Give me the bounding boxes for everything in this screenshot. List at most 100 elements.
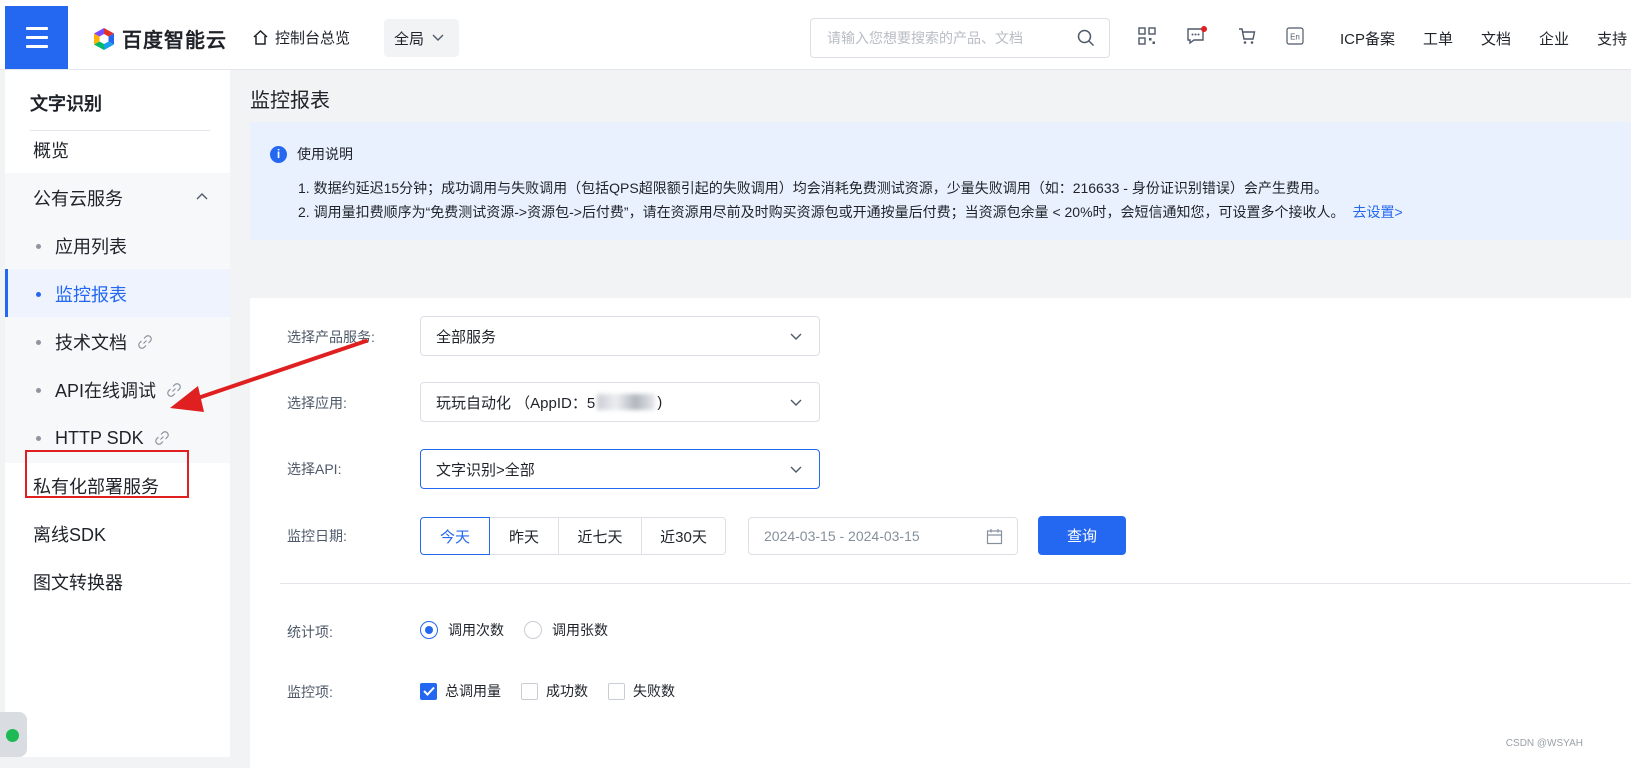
date-option-yesterday[interactable]: 昨天 xyxy=(489,517,559,555)
hamburger-menu-button[interactable] xyxy=(5,6,68,69)
date-option-30days[interactable]: 近30天 xyxy=(641,517,726,555)
monitor-checkbox-group: 总调用量 成功数 失败数 xyxy=(420,681,675,701)
sidebar-item-label: 概览 xyxy=(33,137,69,163)
console-home-link[interactable]: 控制台总览 xyxy=(252,27,350,48)
message-icon[interactable] xyxy=(1186,26,1208,46)
menu-line xyxy=(26,36,48,39)
svg-text:En: En xyxy=(1290,33,1300,42)
product-service-value: 全部服务 xyxy=(436,326,496,347)
sidebar-item-label: 公有云服务 xyxy=(33,185,123,211)
header-links: ICP备案 工单 文档 企业 支持 xyxy=(1340,28,1627,49)
external-link-icon xyxy=(154,430,170,446)
checkbox-success[interactable] xyxy=(521,683,538,700)
sidebar-item-app-list[interactable]: 应用列表 xyxy=(5,221,230,271)
notice-line-2: 2. 调用量扣费顺序为“免费测试资源->资源包->后付费”，请在资源用尽前及时购… xyxy=(298,202,1403,222)
monitor-date-label: 监控日期: xyxy=(287,526,347,546)
notice-heading-text: 使用说明 xyxy=(297,144,353,164)
filter-panel: 选择产品服务: 全部服务 选择应用: 玩玩自动化 （AppID：5) 选择API… xyxy=(250,298,1631,768)
bullet-dot xyxy=(36,292,41,297)
scope-selector[interactable]: 全局 xyxy=(384,19,459,57)
stat-radio-group: 调用次数 调用张数 xyxy=(420,620,608,640)
sidebar-title: 文字识别 xyxy=(30,90,102,116)
info-icon: i xyxy=(270,146,287,163)
product-service-select[interactable]: 全部服务 xyxy=(420,316,820,356)
sidebar-item-label: 离线SDK xyxy=(33,521,106,547)
page-title: 监控报表 xyxy=(250,84,330,113)
check-icon xyxy=(423,686,435,696)
link-docs[interactable]: 文档 xyxy=(1481,28,1511,49)
bullet-dot xyxy=(36,244,41,249)
home-icon xyxy=(252,29,269,46)
chevron-down-icon xyxy=(432,34,444,42)
search-icon[interactable] xyxy=(1077,29,1095,47)
baidu-cloud-logo-icon xyxy=(92,27,116,51)
api-value: 文字识别>全部 xyxy=(436,459,535,480)
search-placeholder: 请输入您想要搜索的产品、文档 xyxy=(827,28,1023,48)
sidebar-item-monitor-report[interactable]: 监控报表 xyxy=(5,269,230,319)
bullet-dot xyxy=(36,436,41,441)
usage-notice: i 使用说明 1. 数据约延迟15分钟；成功调用与失败调用（包括QPS超限额引起… xyxy=(250,122,1631,240)
link-support[interactable]: 支持 xyxy=(1597,28,1627,49)
chevron-down-icon xyxy=(789,462,803,476)
api-select[interactable]: 文字识别>全部 xyxy=(420,449,820,489)
checkbox-failure-label[interactable]: 失败数 xyxy=(633,681,675,701)
checkbox-total-calls[interactable] xyxy=(420,683,437,700)
search-input[interactable]: 请输入您想要搜索的产品、文档 xyxy=(810,18,1110,58)
radio-call-count-label[interactable]: 调用次数 xyxy=(448,620,504,640)
sidebar-item-offline-sdk[interactable]: 离线SDK xyxy=(5,509,230,559)
go-settings-link[interactable]: 去设置> xyxy=(1353,204,1403,220)
status-dot xyxy=(6,729,19,742)
api-label: 选择API: xyxy=(287,459,341,479)
checkbox-failure[interactable] xyxy=(608,683,625,700)
app-value-suffix: ) xyxy=(657,394,662,411)
brand-logo[interactable]: 百度智能云 xyxy=(92,24,227,53)
external-link-icon xyxy=(166,382,182,398)
bullet-dot xyxy=(36,388,41,393)
radio-image-count-label[interactable]: 调用张数 xyxy=(552,620,608,640)
sidebar-item-image-text-converter[interactable]: 图文转换器 xyxy=(5,557,230,607)
floating-status-widget[interactable] xyxy=(0,712,27,757)
sidebar-item-label: 技术文档 xyxy=(55,329,127,355)
radio-image-count[interactable] xyxy=(524,621,542,639)
menu-line xyxy=(26,27,48,30)
query-button[interactable]: 查询 xyxy=(1038,516,1126,555)
top-bar: 百度智能云 控制台总览 全局 请输入您想要搜索的产品、文档 En ICP备案 工… xyxy=(0,0,1631,70)
language-en-icon[interactable]: En xyxy=(1286,27,1304,45)
redacted-app-id xyxy=(597,394,655,410)
annotation-highlight-box xyxy=(25,450,189,498)
link-enterprise[interactable]: 企业 xyxy=(1539,28,1569,49)
date-range-value: 2024-03-15 - 2024-03-15 xyxy=(764,528,920,544)
date-option-7days[interactable]: 近七天 xyxy=(558,517,642,555)
app-value-prefix: 玩玩自动化 （AppID：5 xyxy=(436,392,595,413)
cart-icon[interactable] xyxy=(1238,27,1256,45)
date-range-tabs: 今天 昨天 近七天 近30天 xyxy=(420,517,726,555)
notice-line-2-text: 2. 调用量扣费顺序为“免费测试资源->资源包->后付费”，请在资源用尽前及时购… xyxy=(298,204,1345,220)
menu-line xyxy=(26,45,48,48)
toolbar-icons: En xyxy=(1138,26,1304,46)
bullet-dot xyxy=(36,340,41,345)
sidebar-item-overview[interactable]: 概览 xyxy=(5,125,230,175)
link-icp[interactable]: ICP备案 xyxy=(1340,28,1395,49)
app-select[interactable]: 玩玩自动化 （AppID：5) xyxy=(420,382,820,422)
date-option-today[interactable]: 今天 xyxy=(420,517,490,555)
link-ticket[interactable]: 工单 xyxy=(1423,28,1453,49)
sidebar-item-label: 应用列表 xyxy=(55,233,127,259)
sidebar-group-public-cloud[interactable]: 公有云服务 xyxy=(5,173,230,223)
sidebar: 文字识别 概览 公有云服务 应用列表 监控报表 技术文档 API在线调试 HTT… xyxy=(5,70,230,757)
brand-name: 百度智能云 xyxy=(122,24,227,53)
qrcode-icon[interactable] xyxy=(1138,27,1156,45)
date-range-picker[interactable]: 2024-03-15 - 2024-03-15 xyxy=(748,517,1018,555)
sidebar-item-api-debug[interactable]: API在线调试 xyxy=(5,365,230,415)
radio-call-count[interactable] xyxy=(420,621,438,639)
product-service-label: 选择产品服务: xyxy=(287,327,375,347)
checkbox-success-label[interactable]: 成功数 xyxy=(546,681,588,701)
notice-line-1: 1. 数据约延迟15分钟；成功调用与失败调用（包括QPS超限额引起的失败调用）均… xyxy=(298,178,1328,198)
sidebar-item-tech-docs[interactable]: 技术文档 xyxy=(5,317,230,367)
monitor-item-label: 监控项: xyxy=(287,682,333,702)
checkbox-total-calls-label[interactable]: 总调用量 xyxy=(445,681,501,701)
external-link-icon xyxy=(137,334,153,350)
sidebar-item-label: 图文转换器 xyxy=(33,569,123,595)
form-divider xyxy=(280,583,1631,584)
chevron-up-icon xyxy=(196,192,208,200)
main-content: 监控报表 i 使用说明 1. 数据约延迟15分钟；成功调用与失败调用（包括QPS… xyxy=(230,70,1631,757)
